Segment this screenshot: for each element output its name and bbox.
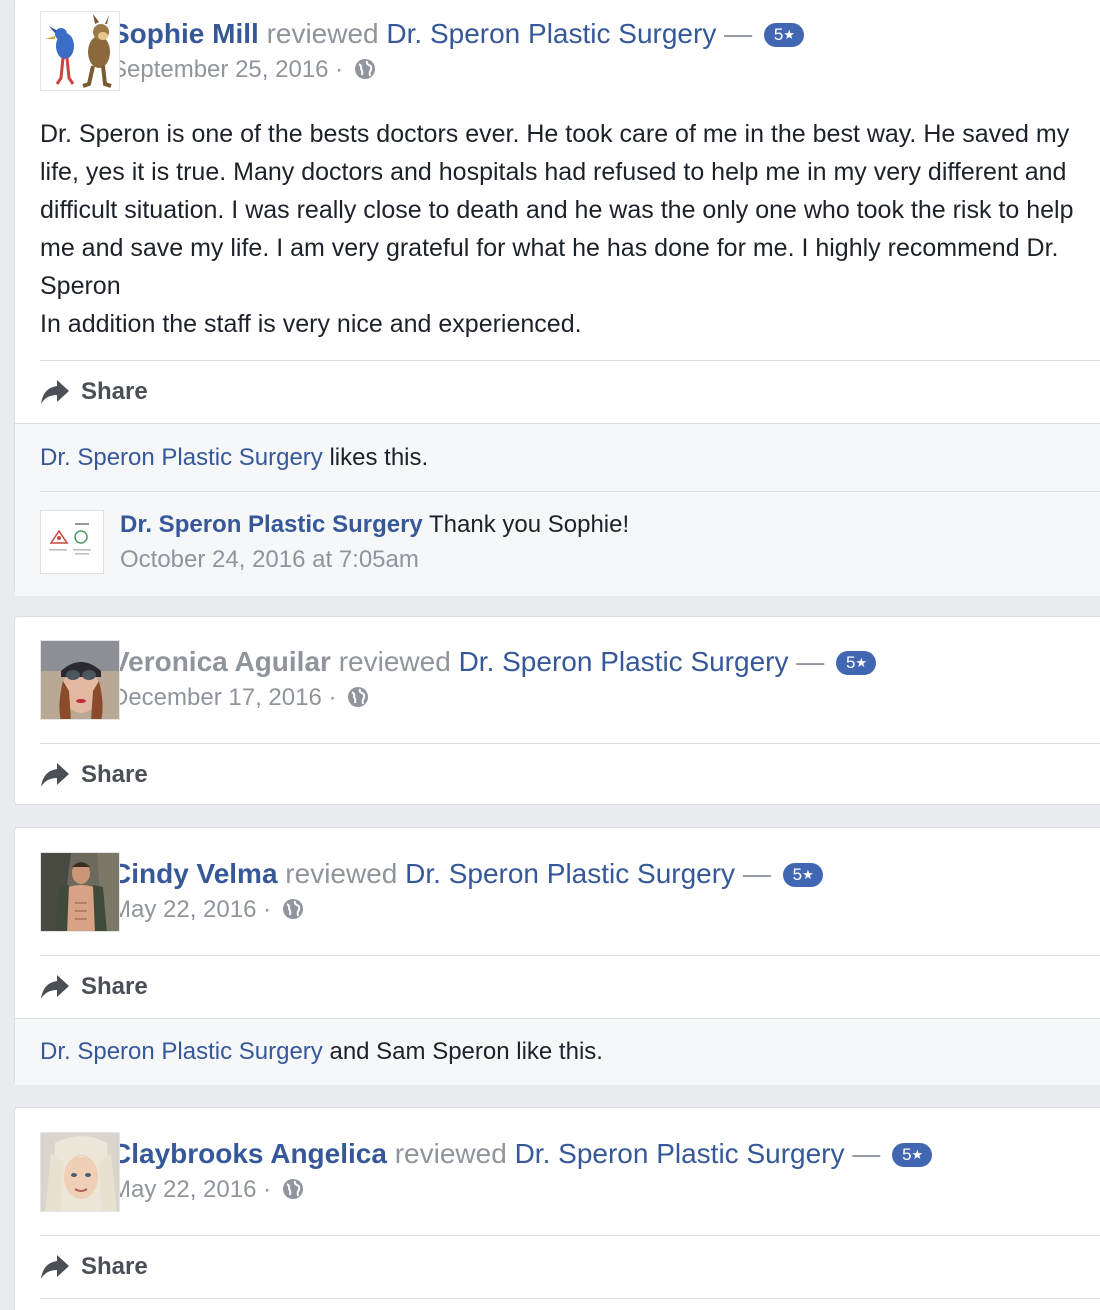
review-headline: Cindy Velma reviewed Dr. Speron Plastic … [111, 828, 1100, 890]
share-icon [41, 380, 69, 404]
star-icon: ★ [855, 655, 868, 670]
review-verb: reviewed [394, 1138, 507, 1169]
globe-icon[interactable] [282, 898, 304, 927]
review-headline: Claybrooks Angelica reviewed Dr. Speron … [111, 1108, 1100, 1170]
likes-text: and Sam Speron like this. [322, 1038, 603, 1065]
divider [40, 1298, 1100, 1299]
meta-separator: · [263, 896, 272, 923]
avatar[interactable] [40, 852, 120, 932]
comment-timestamp[interactable]: October 24, 2016 at 7:05am [120, 544, 1100, 576]
review-headline: Veronica Aguilar reviewed Dr. Speron Pla… [111, 617, 1100, 678]
meta-separator: · [335, 56, 344, 83]
review-header: Claybrooks Angelica reviewed Dr. Speron … [15, 1108, 1100, 1235]
likes-summary: Dr. Speron Plastic Surgery likes this. [15, 424, 1100, 491]
star-icon: ★ [802, 867, 814, 882]
star-icon: ★ [911, 1147, 924, 1162]
review-date[interactable]: May 22, 2016 [111, 896, 256, 923]
separator-dash: — [796, 646, 825, 677]
review-header: Sophie Mill reviewed Dr. Speron Plastic … [15, 0, 1100, 91]
review-card: Veronica Aguilar reviewed Dr. Speron Pla… [14, 616, 1100, 805]
reviews-feed: Sophie Mill reviewed Dr. Speron Plastic … [0, 0, 1100, 1310]
review-card: Claybrooks Angelica reviewed Dr. Speron … [14, 1107, 1100, 1310]
review-card: Cindy Velma reviewed Dr. Speron Plastic … [14, 827, 1100, 1085]
share-icon [41, 1255, 69, 1279]
share-icon [41, 763, 69, 787]
share-button[interactable]: Share [40, 744, 1100, 806]
share-label: Share [81, 973, 148, 1000]
share-label: Share [81, 761, 148, 788]
review-text: Dr. Speron is one of the bests doctors e… [40, 120, 1074, 338]
feedback-section: Dr. Speron Plastic Surgery and Sam Spero… [15, 1018, 1100, 1085]
review-header: Cindy Velma reviewed Dr. Speron Plastic … [15, 828, 1100, 955]
share-icon [41, 975, 69, 999]
share-button[interactable]: Share [40, 956, 1100, 1018]
comment-body: Dr. Speron Plastic Surgery Thank you Sop… [120, 510, 1100, 540]
review-verb: reviewed [338, 646, 451, 677]
rating-value: 5 [846, 653, 856, 672]
page-link[interactable]: Dr. Speron Plastic Surgery [386, 18, 716, 49]
likes-text: likes this. [322, 444, 429, 471]
feedback-section: Dr. Speron Plastic Surgery likes this. D… [15, 423, 1100, 596]
avatar[interactable] [40, 640, 120, 720]
review-date[interactable]: December 17, 2016 [111, 684, 322, 711]
separator-dash: — [724, 18, 753, 49]
review-card: Sophie Mill reviewed Dr. Speron Plastic … [14, 0, 1100, 596]
share-label: Share [81, 1253, 148, 1280]
rating-badge: 5★ [892, 1143, 933, 1167]
reviewer-name[interactable]: Sophie Mill [111, 18, 259, 49]
rating-badge: 5★ [836, 651, 877, 675]
page-link[interactable]: Dr. Speron Plastic Surgery [405, 858, 735, 889]
meta-separator: · [263, 1176, 272, 1203]
share-button[interactable]: Share [40, 361, 1100, 423]
likes-page-link[interactable]: Dr. Speron Plastic Surgery [40, 1038, 323, 1065]
page-link[interactable]: Dr. Speron Plastic Surgery [515, 1138, 845, 1169]
rating-value: 5 [792, 865, 803, 884]
page-avatar[interactable] [40, 510, 104, 574]
comment-author[interactable]: Dr. Speron Plastic Surgery [120, 511, 423, 538]
rating-value: 5 [773, 25, 784, 44]
rating-value: 5 [902, 1145, 912, 1164]
review-verb: reviewed [266, 18, 379, 49]
review-meta: May 22, 2016 · [111, 1170, 1100, 1207]
review-header: Veronica Aguilar reviewed Dr. Speron Pla… [15, 617, 1100, 743]
reviewer-name[interactable]: Veronica Aguilar [111, 646, 331, 677]
separator-dash: — [852, 1138, 881, 1169]
reviewer-name[interactable]: Claybrooks Angelica [111, 1138, 387, 1169]
globe-icon[interactable] [354, 58, 376, 87]
likes-summary: Dr. Speron Plastic Surgery and Sam Spero… [15, 1019, 1100, 1085]
review-headline: Sophie Mill reviewed Dr. Speron Plastic … [111, 0, 1100, 50]
share-button[interactable]: Share [40, 1236, 1100, 1298]
likes-page-link[interactable]: Dr. Speron Plastic Surgery [40, 444, 323, 471]
page-link[interactable]: Dr. Speron Plastic Surgery [459, 646, 789, 677]
star-icon: ★ [783, 27, 796, 42]
avatar[interactable] [40, 1132, 120, 1212]
review-meta: May 22, 2016 · [111, 890, 1100, 927]
rating-badge: 5★ [782, 863, 823, 887]
review-date[interactable]: September 25, 2016 [111, 56, 329, 83]
reviewer-name[interactable]: Cindy Velma [111, 858, 278, 889]
share-label: Share [81, 378, 148, 405]
separator-dash: — [742, 858, 771, 889]
avatar[interactable] [40, 11, 120, 91]
rating-badge: 5★ [763, 23, 805, 47]
globe-icon[interactable] [347, 686, 369, 715]
review-date[interactable]: May 22, 2016 [111, 1176, 256, 1203]
review-meta: September 25, 2016 · [111, 50, 1100, 87]
comment: Dr. Speron Plastic Surgery Thank you Sop… [15, 492, 1100, 596]
globe-icon[interactable] [282, 1178, 304, 1207]
meta-separator: · [328, 684, 337, 711]
review-meta: December 17, 2016 · [111, 678, 1100, 715]
review-verb: reviewed [285, 858, 398, 889]
comment-text: Thank you Sophie! [422, 511, 630, 538]
